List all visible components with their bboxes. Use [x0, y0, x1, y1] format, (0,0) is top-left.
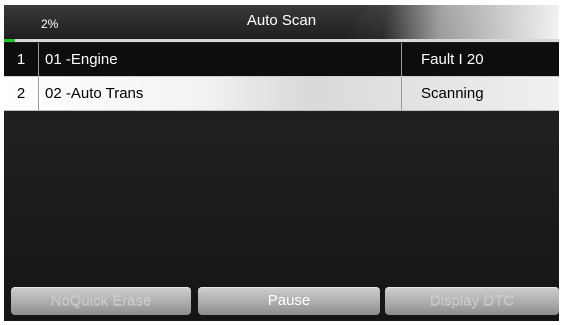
display-dtc-button[interactable]: Display DTC [385, 287, 559, 315]
system-name: 02 -Auto Trans [45, 85, 144, 102]
system-status: Fault I 20 [401, 43, 559, 76]
header-bar: 2% Auto Scan [4, 5, 559, 39]
quick-erase-button[interactable]: NoQuick Erase [11, 287, 191, 315]
system-name: 01 -Engine [45, 51, 118, 68]
pause-button[interactable]: Pause [198, 287, 380, 315]
row-number: 1 [4, 43, 39, 76]
scan-screen: 2% Auto Scan 1 01 -Engine Fault I 20 2 0… [4, 5, 559, 321]
progress-bar [4, 39, 559, 42]
system-status: Scanning [401, 77, 559, 110]
row-number: 2 [4, 77, 39, 110]
table-row[interactable]: 1 01 -Engine Fault I 20 [4, 43, 559, 77]
table-row[interactable]: 2 02 -Auto Trans Scanning [4, 77, 559, 111]
progress-fill [4, 39, 16, 42]
page-title: Auto Scan [246, 12, 317, 29]
